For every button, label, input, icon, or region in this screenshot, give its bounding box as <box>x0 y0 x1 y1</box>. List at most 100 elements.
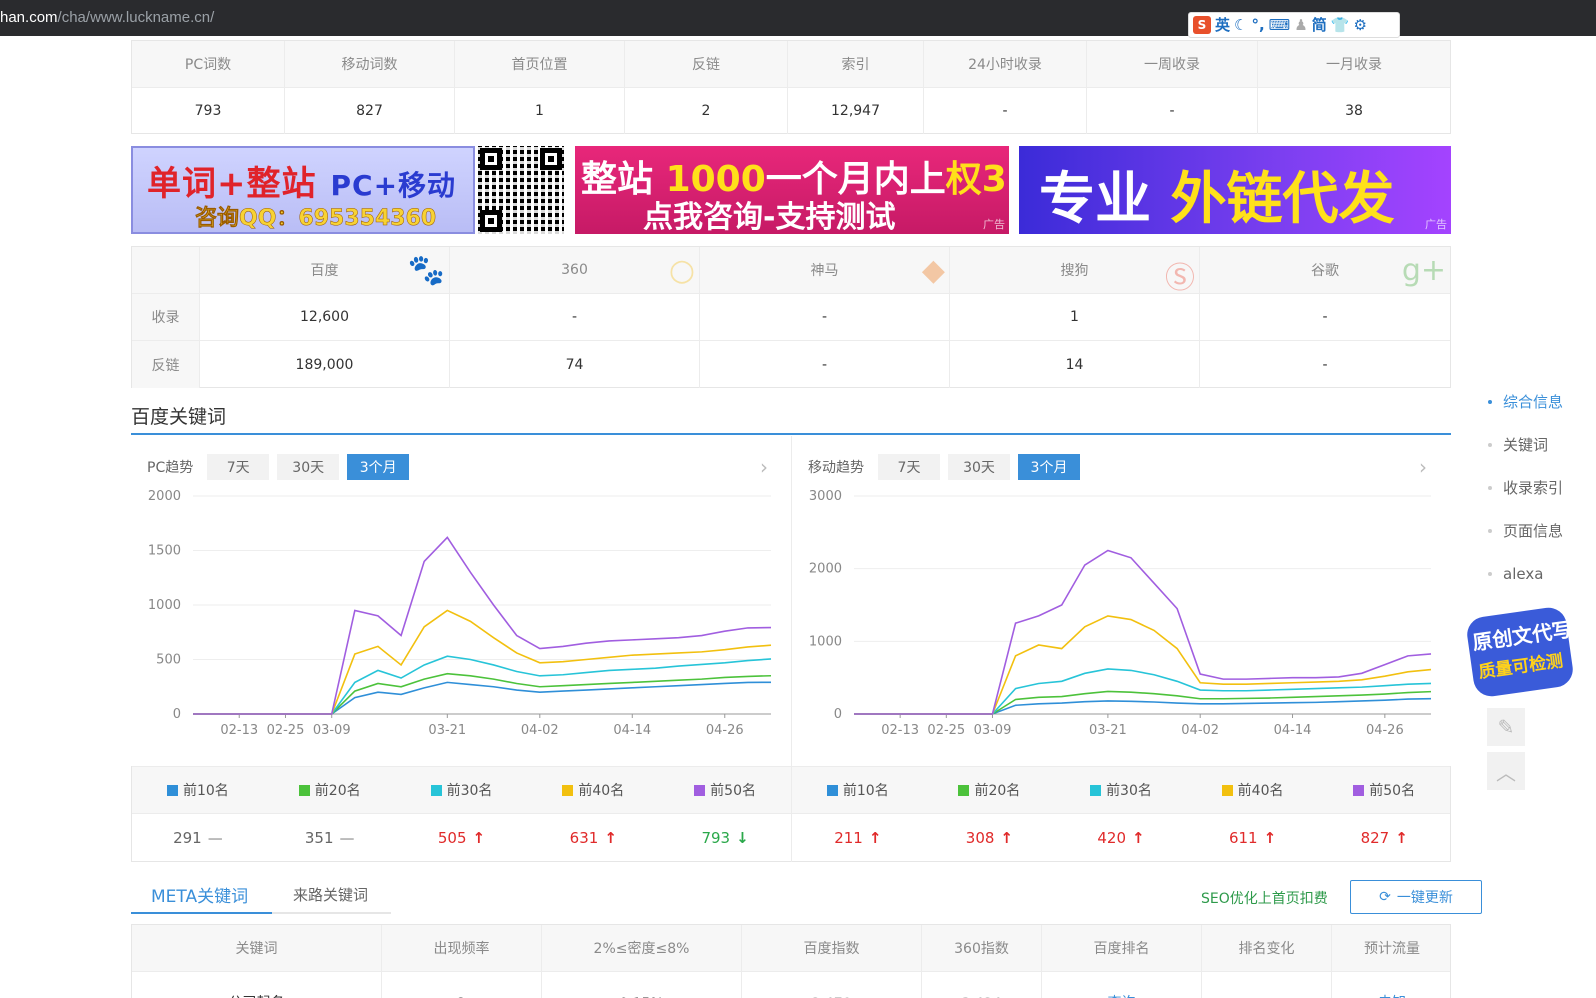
x-tick-label: 02-25 <box>267 723 305 738</box>
y-tick-label: 1500 <box>148 544 181 559</box>
series-line <box>193 672 772 715</box>
rank-count: 827 ↑ <box>1318 814 1450 862</box>
series-line <box>854 549 1432 715</box>
engine-value-cell: 1 <box>950 294 1200 340</box>
mobile-trend-chart: 0 1000 2000 3000 02-13 02-25 03-09 03-21 04-02 04… <box>809 489 1432 738</box>
pc-tab-30d[interactable]: 30天 <box>277 454 340 480</box>
engine-header-cell: 360 ○ <box>450 247 700 293</box>
gear-icon[interactable]: ⚙ <box>1353 15 1366 35</box>
meta-header-row: 关键词 出现频率 2%≤密度≤8% 百度指数 360指数 百度排名 排名变化 预计流量 <box>132 925 1450 972</box>
meta-header-cell: 关键词 <box>132 925 382 971</box>
meta-cell: 2,470 <box>742 972 922 998</box>
legend-item[interactable]: 前50名 <box>1318 767 1450 813</box>
y-tick-label: 2000 <box>148 489 181 504</box>
sidenav-item[interactable]: 关键词 <box>1488 435 1563 478</box>
legend-item[interactable]: 前30名 <box>396 767 528 813</box>
pc-tab-7d[interactable]: 7天 <box>207 454 270 480</box>
pc-values-row: 291 — 351 — 505 ↑ 631 ↑ 793 ↓ <box>132 814 791 862</box>
legend-label: 前30名 <box>446 783 493 799</box>
ad-banner-keyword[interactable]: 单词+整站 PC+移动 咨询QQ：695354360 <box>131 146 475 234</box>
engine-row: 收录 12,600- -1- <box>132 294 1450 341</box>
mobile-legend-row: 前10名 前20名 前30名 前40名 前50名 <box>792 766 1450 814</box>
user-icon[interactable]: ♟ <box>1294 15 1307 35</box>
section-divider <box>131 433 1451 435</box>
meta-header-cell: 360指数 <box>922 925 1042 971</box>
url-host: han.com <box>0 9 58 26</box>
engine-name: 百度 <box>310 263 339 279</box>
keyboard-icon[interactable]: ⌨ <box>1269 15 1291 35</box>
shirt-icon[interactable]: 👕 <box>1331 15 1350 35</box>
ime-lang-toggle[interactable]: 英 <box>1215 15 1230 35</box>
x-tick-label: 04-02 <box>1181 723 1219 738</box>
mobile-tab-7d[interactable]: 7天 <box>878 454 940 480</box>
y-tick-label: 1000 <box>148 598 181 613</box>
punct-icon[interactable]: °, <box>1251 15 1264 35</box>
y-tick-label: 3000 <box>809 489 842 504</box>
legend-item[interactable]: 前40名 <box>1187 767 1319 813</box>
mobile-tab-30d[interactable]: 30天 <box>948 454 1010 480</box>
meta-header-cell: 百度排名 <box>1042 925 1202 971</box>
ad3-headline: 专业 外链代发 <box>1039 167 1395 232</box>
mobile-trend-label: 移动趋势 <box>808 460 864 476</box>
legend-item[interactable]: 前20名 <box>264 767 396 813</box>
engine-value-cell: - <box>700 341 950 388</box>
stats-value-cell: 793 <box>132 88 285 134</box>
pc-tab-3m[interactable]: 3个月 <box>347 454 410 480</box>
chevron-right-icon[interactable]: › <box>753 456 775 478</box>
sidenav-item[interactable]: alexa <box>1488 564 1563 607</box>
meta-header-cell: 预计流量 <box>1364 941 1420 957</box>
legend-item[interactable]: 前10名 <box>132 767 264 813</box>
seo-promo-link[interactable]: SEO优化上首页扣费 <box>1201 888 1328 908</box>
meta-cell[interactable]: 未知 <box>1332 972 1452 998</box>
mobile-tab-3m[interactable]: 3个月 <box>1018 454 1080 480</box>
scroll-top-icon[interactable]: ︿ <box>1487 752 1525 790</box>
sidenav-item[interactable]: 收录索引 <box>1488 478 1563 521</box>
engine-value-cell: - <box>1322 356 1328 373</box>
pencil-icon[interactable]: ✎ <box>1487 708 1525 746</box>
overview-stats-table: PC词数 移动词数 首页位置 反链 索引 24小时收录 一周收录 一月收录 793 827 1 2 1… <box>131 40 1451 134</box>
legend-item[interactable]: 前10名 <box>792 767 924 813</box>
engine-value-cell: 189,000 <box>200 341 450 388</box>
sidenav-item[interactable]: 综合信息 <box>1488 392 1563 435</box>
meta-keyword-table: 关键词出现频率2%≤密度≤8%百度指数360指数百度排名排名变化 预计流量 公司起… <box>131 924 1451 998</box>
tab-meta-keywords[interactable]: META关键词 <box>151 882 248 907</box>
ad-banner-weight[interactable]: 整站 1000一个月内上权3 点我咨询-支持测试 广告 <box>575 146 1009 234</box>
rank-count: 505 ↑ <box>396 814 528 862</box>
sogou-logo-icon: S <box>1193 16 1211 34</box>
rank-count-value: 505 <box>437 829 467 847</box>
legend-label: 前40名 <box>578 783 625 799</box>
sogou-s-icon: Ⓢ <box>1165 261 1195 296</box>
x-tick-label: 04-14 <box>1274 723 1312 738</box>
arrow-up-icon: ↑ <box>472 829 486 847</box>
tab-source-keywords[interactable]: 来路关键词 <box>293 884 368 905</box>
engine-value-cell: 74 <box>450 341 700 388</box>
arrow-down-icon: ↓ <box>736 829 749 847</box>
x-tick-label: 02-13 <box>220 723 258 738</box>
legend-swatch <box>694 784 706 796</box>
meta-cell[interactable]: 查询 <box>1042 972 1202 998</box>
ime-simp-toggle[interactable]: 简 <box>1312 15 1327 35</box>
promo-badge[interactable]: 原创文代写 质量可检测 <box>1464 605 1576 699</box>
meta-cell: 公司起名 <box>132 972 382 998</box>
stats-header-cell: 一周收录 <box>1087 41 1258 87</box>
engine-value-cell: 12,600 <box>200 294 450 340</box>
stats-value-row: 793 827 1 2 12,947- -38 <box>132 88 1450 134</box>
rank-count: 308 ↑ <box>924 814 1056 862</box>
ad-banner-backlinks[interactable]: 专业 外链代发 广告 <box>1019 146 1451 234</box>
meta-header-cell: 2%≤密度≤8% <box>542 925 742 971</box>
legend-item[interactable]: 前20名 <box>924 767 1056 813</box>
moon-icon[interactable]: ☾ <box>1234 15 1247 35</box>
update-button[interactable]: ⟳ 一键更新 <box>1350 880 1482 914</box>
sidenav-item[interactable]: 页面信息 <box>1488 521 1563 564</box>
url-text[interactable]: han.com/cha/www.luckname.cn/ <box>0 9 214 26</box>
legend-item[interactable]: 前50名 <box>659 767 791 813</box>
meta-data-row: 公司起名20.15%2,4703,424查询-未知 <box>132 972 1450 998</box>
legend-item[interactable]: 前30名 <box>1055 767 1187 813</box>
browser-url-bar[interactable]: han.com/cha/www.luckname.cn/ S 英 ☾ °, ⌨ … <box>0 0 1596 38</box>
search-engine-table: 百度 🐾 360 ○ 神马 ◆ 搜狗 Ⓢ 谷歌 g+ 收录 12,600- -1- 反链 189,000 7… <box>131 246 1451 388</box>
engine-value-cell: - <box>700 294 950 340</box>
stats-value-cell: - <box>1087 88 1258 134</box>
legend-item[interactable]: 前40名 <box>527 767 659 813</box>
chevron-right-icon[interactable]: › <box>1412 456 1434 478</box>
ime-toolbar[interactable]: S 英 ☾ °, ⌨ ♟ 简 👕 ⚙ <box>1188 12 1400 38</box>
